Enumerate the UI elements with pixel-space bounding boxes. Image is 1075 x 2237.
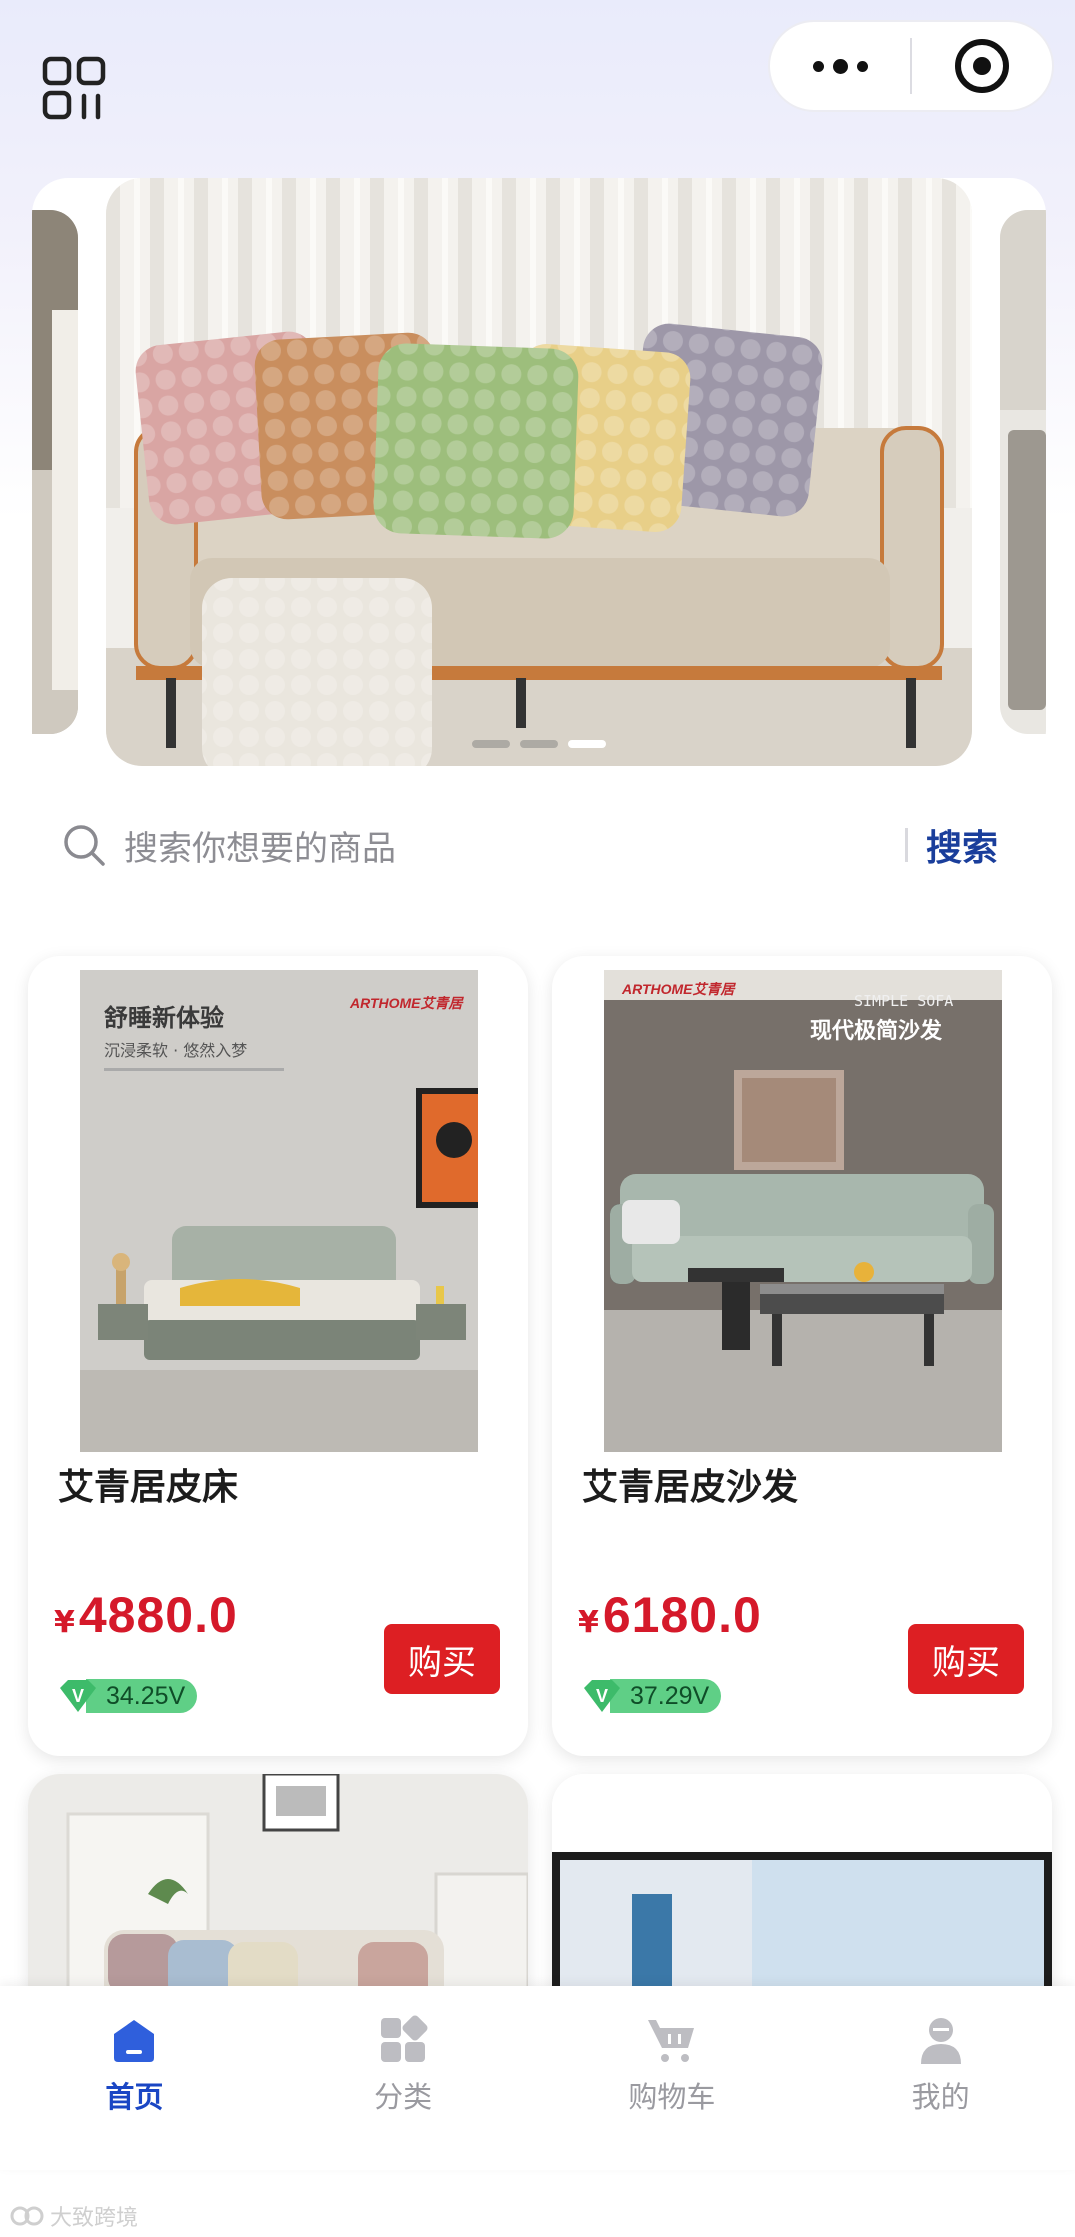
price-value: 4880.0 bbox=[78, 1587, 238, 1643]
product-image-sofa[interactable]: ARTHOME艾青居 SIMPLE SOFA 现代极简沙发 bbox=[604, 970, 1002, 1452]
image-headline: 舒睡新体验 bbox=[104, 1004, 224, 1032]
tab-label: 分类 bbox=[374, 2080, 433, 2114]
category-icon bbox=[381, 2015, 428, 2062]
banner-carousel[interactable] bbox=[32, 178, 1046, 766]
tab-label: 我的 bbox=[911, 2080, 970, 2114]
vip-value-badge: V 34.25V bbox=[56, 1678, 198, 1714]
banner-slide-next[interactable] bbox=[1000, 210, 1046, 734]
bottom-tab-bar: 首页 分类 购物车 我的 bbox=[0, 1986, 1075, 2170]
product-card[interactable]: ARTHOME艾青居 SIMPLE SOFA 现代极简沙发 艾青居皮沙发 ¥ 6… bbox=[552, 956, 1052, 1756]
image-subline: SIMPLE SOFA bbox=[854, 992, 953, 1010]
image-subline: 沉浸柔软 · 悠然入梦 bbox=[104, 1041, 247, 1060]
price-currency: ¥ bbox=[54, 1605, 75, 1640]
vip-value: 37.29V bbox=[610, 1679, 722, 1713]
search-input[interactable]: 搜索你想要的商品 bbox=[124, 821, 905, 870]
product-image-bed[interactable]: 舒睡新体验 沉浸柔软 · 悠然入梦 ARTHOME艾青居 bbox=[80, 970, 478, 1452]
image-brand: ARTHOME艾青居 bbox=[349, 995, 465, 1011]
search-divider bbox=[904, 828, 908, 862]
tab-label: 购物车 bbox=[628, 2080, 716, 2114]
banner-image-pillows[interactable] bbox=[106, 178, 972, 766]
product-name[interactable]: 艾青居皮床 bbox=[58, 1458, 238, 1510]
vip-diamond-icon: V bbox=[584, 1680, 620, 1712]
product-name[interactable]: 艾青居皮沙发 bbox=[582, 1458, 798, 1510]
banner-slide-prev[interactable] bbox=[32, 210, 78, 734]
profile-icon bbox=[920, 2018, 961, 2064]
vip-diamond-icon: V bbox=[60, 1680, 96, 1712]
image-headline: 现代极简沙发 bbox=[810, 1018, 943, 1044]
search-icon bbox=[64, 825, 105, 866]
banner-dot[interactable] bbox=[520, 740, 558, 748]
tab-label: 首页 bbox=[105, 2080, 164, 2114]
price-currency: ¥ bbox=[578, 1605, 599, 1640]
miniprogram-capsule bbox=[768, 20, 1054, 112]
watermark: 大致跨境 bbox=[10, 2200, 138, 2232]
svg-text:V: V bbox=[72, 1686, 84, 1706]
tab-home[interactable]: 首页 bbox=[0, 1986, 269, 2170]
tab-cart[interactable]: 购物车 bbox=[538, 1986, 807, 2170]
more-dots-icon[interactable] bbox=[770, 58, 910, 74]
home-icon bbox=[114, 2020, 155, 2062]
product-price: ¥ 6180.0 bbox=[578, 1586, 762, 1644]
grid-apps-icon[interactable] bbox=[42, 56, 106, 120]
banner-indicator bbox=[472, 740, 606, 748]
banner-dot-active[interactable] bbox=[568, 740, 606, 748]
vip-value: 34.25V bbox=[86, 1679, 198, 1713]
watermark-text: 大致跨境 bbox=[50, 2206, 139, 2231]
search-button[interactable]: 搜索 bbox=[926, 819, 998, 871]
product-price: ¥ 4880.0 bbox=[54, 1586, 238, 1644]
tab-category[interactable]: 分类 bbox=[269, 1986, 538, 2170]
svg-text:V: V bbox=[596, 1686, 608, 1706]
vip-value-badge: V 37.29V bbox=[580, 1678, 722, 1714]
target-circle-icon[interactable] bbox=[912, 39, 1052, 93]
image-brand: ARTHOME艾青居 bbox=[621, 981, 737, 997]
buy-button[interactable]: 购买 bbox=[908, 1624, 1024, 1694]
cart-icon bbox=[647, 2020, 694, 2062]
tab-profile[interactable]: 我的 bbox=[806, 1986, 1075, 2170]
product-card[interactable]: 舒睡新体验 沉浸柔软 · 悠然入梦 ARTHOME艾青居 艾青居皮床 ¥ 488… bbox=[28, 956, 528, 1756]
banner-dot[interactable] bbox=[472, 740, 510, 748]
watermark-logo-icon bbox=[10, 2206, 44, 2226]
buy-button[interactable]: 购买 bbox=[384, 1624, 500, 1694]
search-bar[interactable]: 搜索你想要的商品 搜索 bbox=[40, 800, 1040, 890]
price-value: 6180.0 bbox=[602, 1587, 762, 1643]
